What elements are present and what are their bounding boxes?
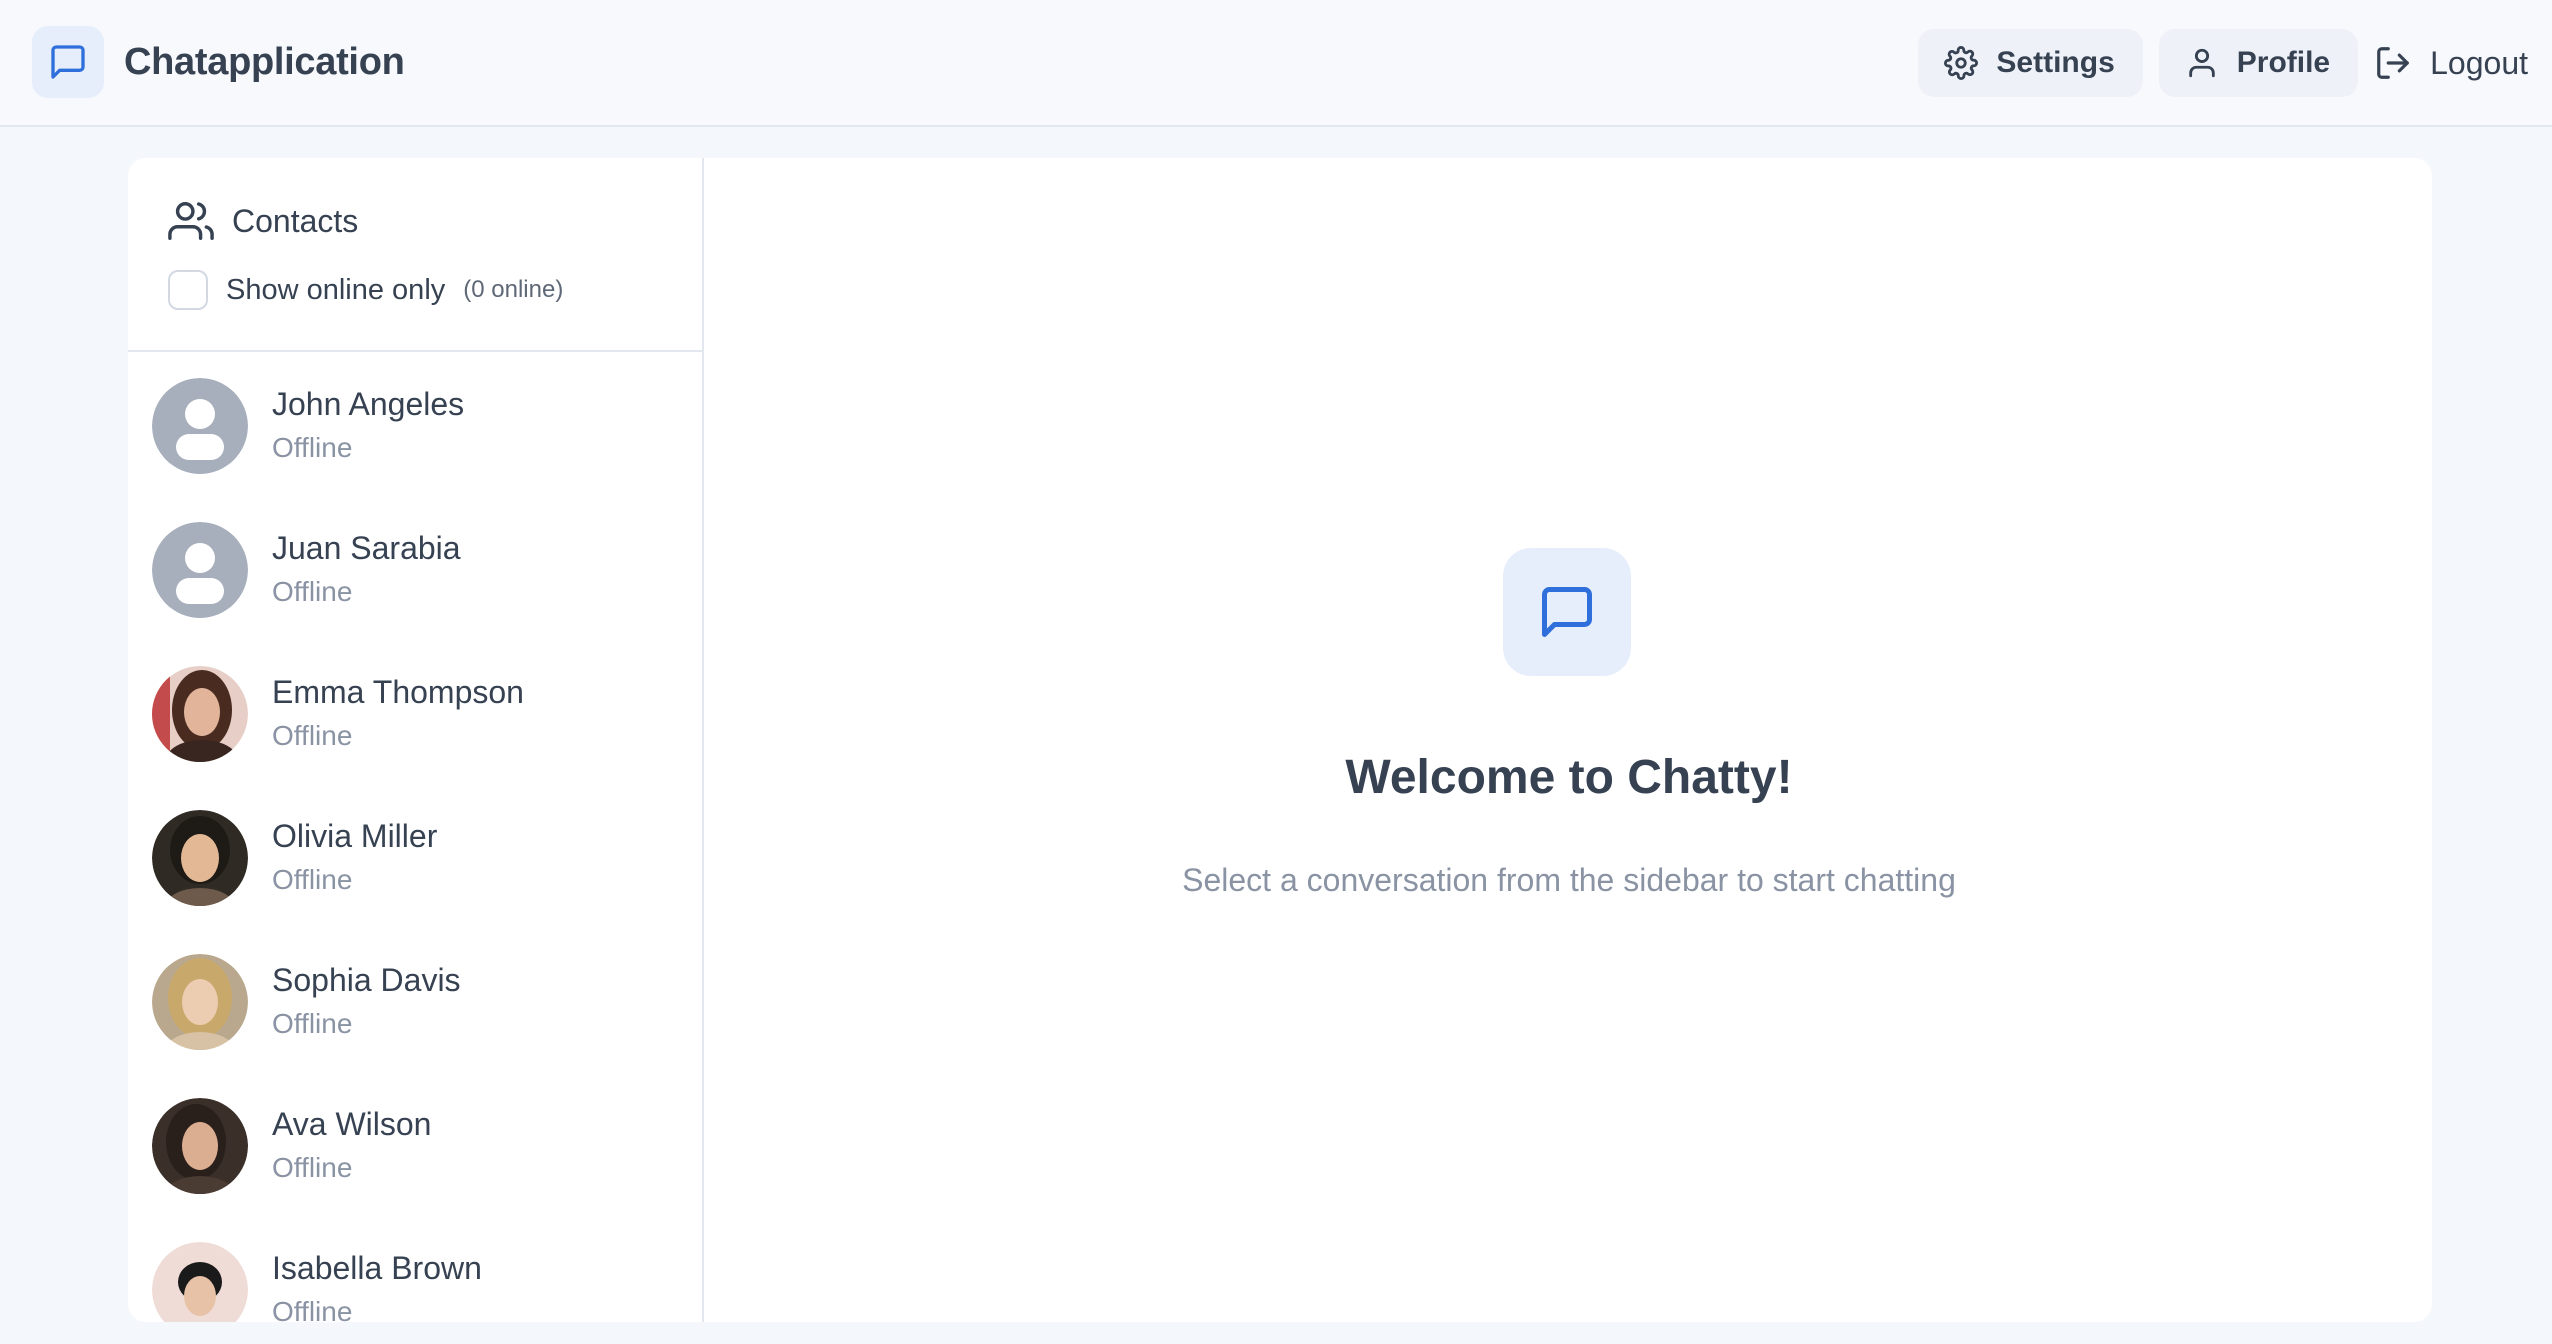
message-square-icon [32,26,104,98]
contact-item[interactable]: John Angeles Offline [128,354,702,498]
brand-name: Chatapplication [124,40,405,83]
contact-item[interactable]: Olivia Miller Offline [128,786,702,930]
users-icon [168,198,214,244]
contacts-sidebar: Contacts Show online only (0 online) Joh… [128,158,704,1322]
contact-status: Offline [272,1008,353,1039]
welcome-subtitle: Select a conversation from the sidebar t… [1182,862,1956,898]
contact-item[interactable]: Isabella Brown Offline [128,1218,702,1322]
message-square-icon [1503,548,1631,676]
profile-label: Profile [2236,46,2331,79]
contact-status: Offline [272,576,353,607]
logout-icon [2374,44,2412,82]
top-navbar: Chatapplication Settings Profile Logout [0,0,2552,127]
online-filter: Show online only (0 online) [168,270,563,310]
user-icon [2185,46,2219,80]
welcome-title: Welcome to Chatty! [1345,751,1793,804]
logout-label: Logout [2430,44,2528,81]
contact-name: John Angeles [272,386,465,422]
contact-name: Emma Thompson [272,674,524,710]
photo-avatar [152,1098,248,1194]
gear-icon [1944,46,1979,80]
photo-avatar [152,1242,248,1322]
contacts-heading: Contacts [168,198,358,244]
contacts-title: Contacts [232,202,359,239]
contact-item[interactable]: Emma Thompson Offline [128,642,702,786]
contact-status: Offline [272,1296,353,1322]
online-only-checkbox[interactable] [168,270,208,310]
contact-list: John Angeles Offline Juan Sarabia Offlin… [128,354,702,1322]
settings-label: Settings [1996,46,2115,79]
default-avatar [152,522,248,618]
contact-name: Sophia Davis [272,962,461,998]
brand-link[interactable]: Chatapplication [32,26,405,98]
contact-item[interactable]: Ava Wilson Offline [128,1074,702,1218]
welcome-area: Welcome to Chatty! Select a conversation… [706,158,2432,1322]
sidebar-header: Contacts Show online only (0 online) [128,158,702,352]
settings-button[interactable]: Settings [1918,29,2143,97]
default-avatar [152,378,248,474]
contact-status: Offline [272,864,353,895]
contact-name: Olivia Miller [272,818,438,854]
photo-avatar [152,810,248,906]
photo-avatar [152,954,248,1050]
contact-name: Ava Wilson [272,1106,432,1142]
contact-status: Offline [272,720,353,751]
contact-name: Juan Sarabia [272,530,461,566]
nav-actions: Settings Profile Logout [1918,29,2552,97]
online-count: (0 online) [463,276,564,303]
logout-button[interactable]: Logout [2374,29,2552,97]
contact-name: Isabella Brown [272,1250,482,1286]
contact-item[interactable]: Juan Sarabia Offline [128,498,702,642]
profile-button[interactable]: Profile [2158,29,2359,97]
photo-avatar [152,666,248,762]
contact-item[interactable]: Sophia Davis Offline [128,930,702,1074]
contact-status: Offline [272,432,353,463]
contact-status: Offline [272,1152,353,1183]
online-only-label[interactable]: Show online only [226,274,445,307]
chat-panel: Contacts Show online only (0 online) Joh… [128,158,2432,1322]
